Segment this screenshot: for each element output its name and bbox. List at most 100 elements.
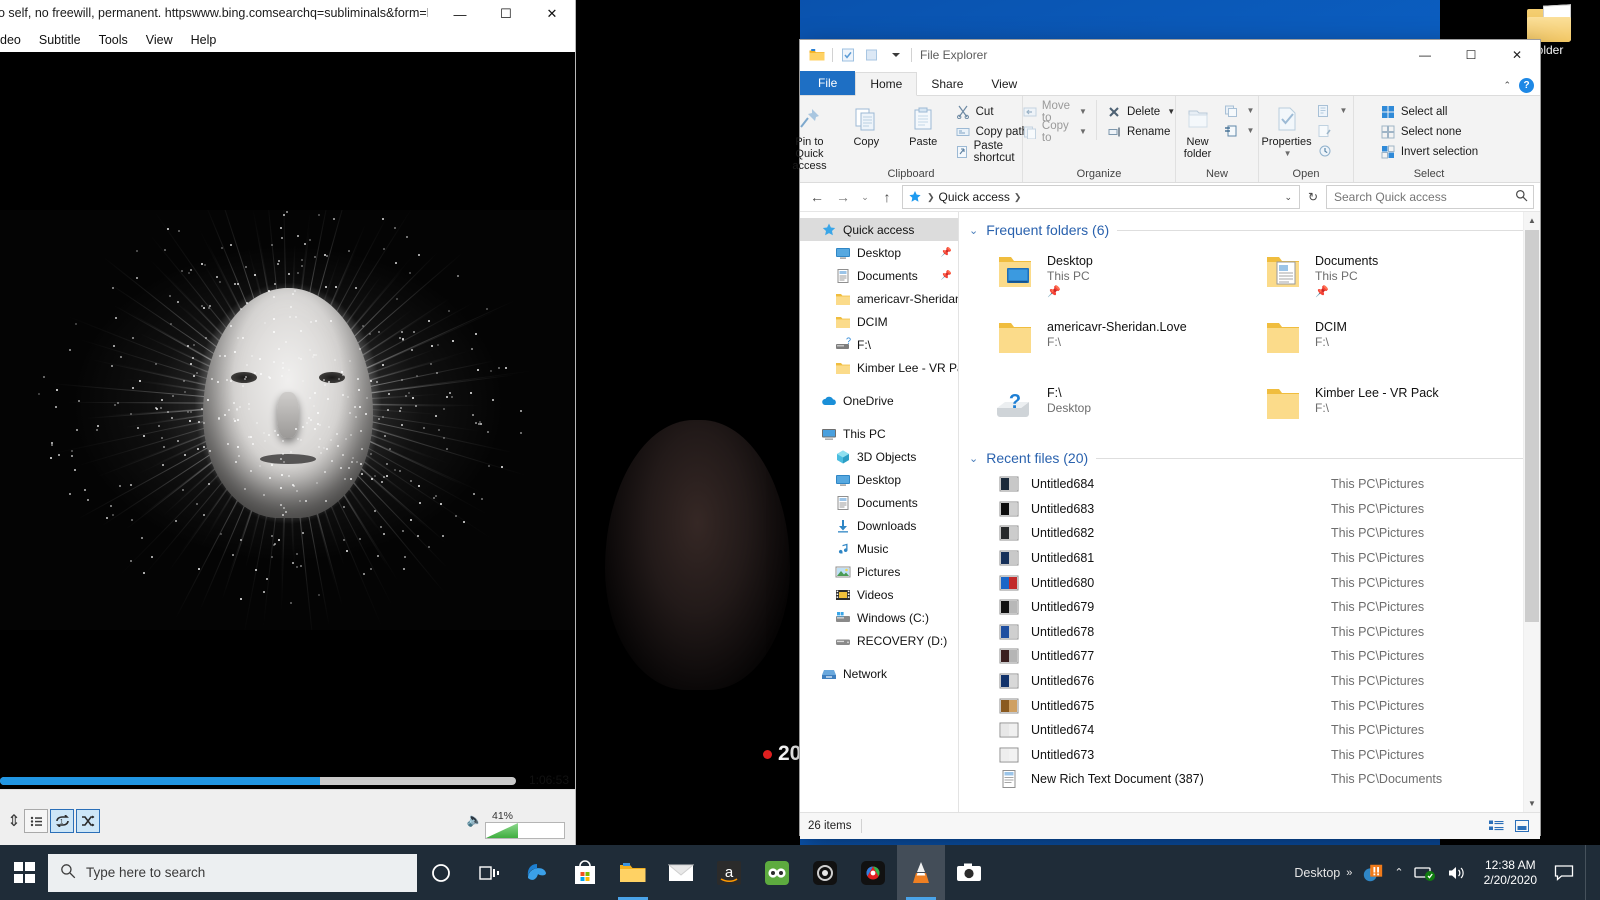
recent-file-row[interactable]: Untitled683 This PC\Pictures bbox=[959, 497, 1540, 522]
action-center-button[interactable] bbox=[1553, 862, 1575, 884]
explorer-title-bar[interactable]: File Explorer — ☐ ✕ bbox=[800, 40, 1540, 71]
frequent-folder-item[interactable]: Documents This PC 📌 bbox=[1261, 246, 1529, 312]
address-dropdown-icon[interactable]: ⌄ bbox=[1284, 192, 1295, 203]
player-menu-tools[interactable]: Tools bbox=[90, 30, 137, 50]
new-folder-button[interactable]: New folder bbox=[1177, 100, 1219, 160]
nav-item-music[interactable]: Music bbox=[800, 537, 958, 560]
nav-item-videos[interactable]: Videos bbox=[800, 583, 958, 606]
nav-item-kimber-lee-vr-pac[interactable]: Kimber Lee - VR Pac bbox=[800, 356, 958, 379]
scrollbar-thumb[interactable] bbox=[1525, 230, 1539, 622]
edge-button[interactable] bbox=[513, 845, 561, 900]
recent-file-row[interactable]: Untitled682 This PC\Pictures bbox=[959, 521, 1540, 546]
player-buttons-row[interactable]: ⇕ 1 🔈 41% bbox=[0, 804, 575, 840]
nav-item-documents[interactable]: Documents 📌 bbox=[800, 264, 958, 287]
tray-overflow-button[interactable]: ⌃ bbox=[1394, 866, 1403, 879]
delete-button[interactable]: Delete ▼ bbox=[1103, 103, 1178, 120]
history-button[interactable] bbox=[1314, 142, 1351, 159]
recent-files-header[interactable]: ⌄ Recent files (20) bbox=[959, 444, 1540, 470]
frequent-folders-header[interactable]: ⌄ Frequent folders (6) bbox=[959, 212, 1540, 242]
new-folder-icon[interactable] bbox=[863, 47, 881, 63]
move-to-caret-icon[interactable]: ▼ bbox=[1079, 107, 1087, 116]
new-item-caret-icon[interactable]: ▼ bbox=[1247, 106, 1255, 115]
player-menu-subtitle[interactable]: Subtitle bbox=[30, 30, 90, 50]
playlist-button[interactable] bbox=[24, 809, 48, 833]
recent-locations-button[interactable]: ⌄ bbox=[858, 186, 872, 208]
nav-item-americavr-sheridan[interactable]: americavr-Sheridan. bbox=[800, 287, 958, 310]
nav-item-desktop[interactable]: Desktop 📌 bbox=[800, 241, 958, 264]
explorer-ribbon[interactable]: Pin to Quick access Copy Paste Cut Copy … bbox=[792, 96, 1540, 183]
tab-share[interactable]: Share bbox=[917, 73, 977, 95]
file-explorer-button[interactable] bbox=[609, 845, 657, 900]
copy-to-button[interactable]: Copy to ▼ bbox=[1020, 120, 1090, 144]
recent-file-row[interactable]: Untitled677 This PC\Pictures bbox=[959, 644, 1540, 669]
invert-selection-button[interactable]: Invert selection bbox=[1377, 143, 1481, 160]
cortana-button[interactable] bbox=[417, 845, 465, 900]
desktop-toolbar[interactable]: Desktop » bbox=[1294, 866, 1352, 880]
copy-button[interactable]: Copy bbox=[838, 100, 895, 148]
help-icon[interactable]: ? bbox=[1519, 78, 1534, 93]
player-menu-video[interactable]: deo bbox=[0, 30, 30, 50]
nav-item-3d-objects[interactable]: 3D Objects bbox=[800, 445, 958, 468]
nav-item-dcim[interactable]: DCIM bbox=[800, 310, 958, 333]
breadcrumb-current[interactable]: Quick access bbox=[939, 190, 1010, 204]
start-button[interactable] bbox=[0, 845, 48, 900]
scroll-up-button[interactable]: ▲ bbox=[1524, 212, 1540, 229]
back-button[interactable]: ← bbox=[806, 186, 828, 208]
frequent-folder-item[interactable]: Desktop This PC 📌 bbox=[993, 246, 1261, 312]
tray-app-icon[interactable] bbox=[1362, 862, 1384, 884]
tripadvisor-button[interactable] bbox=[753, 845, 801, 900]
vlc-button[interactable] bbox=[897, 845, 945, 900]
frequent-folders-grid[interactable]: Desktop This PC 📌 Documents This PC 📌 americav… bbox=[959, 242, 1540, 444]
content-scrollbar[interactable]: ▲ ▼ bbox=[1523, 212, 1540, 812]
frequent-folder-item[interactable]: Kimber Lee - VR Pack F:\ bbox=[1261, 378, 1529, 444]
breadcrumb-bar[interactable]: ❯ Quick access ❯ ⌄ bbox=[902, 185, 1300, 209]
customize-dropdown-icon[interactable] bbox=[887, 47, 905, 63]
recent-file-row[interactable]: Untitled684 This PC\Pictures bbox=[959, 472, 1540, 497]
collapse-chevron-icon[interactable]: ⌄ bbox=[969, 224, 978, 237]
player-minimize-button[interactable]: — bbox=[437, 0, 483, 28]
recent-file-row[interactable]: Untitled673 This PC\Pictures bbox=[959, 743, 1540, 768]
player-control-bar[interactable]: 1:06:53 ⇕ 1 🔈 41% bbox=[0, 773, 575, 845]
new-item-button[interactable]: ▼ bbox=[1221, 102, 1258, 119]
recent-file-row[interactable]: Untitled681 This PC\Pictures bbox=[959, 546, 1540, 571]
player-menu-help[interactable]: Help bbox=[182, 30, 226, 50]
explorer-close-button[interactable]: ✕ bbox=[1494, 40, 1540, 70]
explorer-maximize-button[interactable]: ☐ bbox=[1448, 40, 1494, 70]
player-close-button[interactable]: ✕ bbox=[529, 0, 575, 28]
nav-item-documents[interactable]: Documents bbox=[800, 491, 958, 514]
properties-caret-icon[interactable]: ▼ bbox=[1284, 148, 1292, 160]
player-menu-bar[interactable]: deo Subtitle Tools View Help bbox=[0, 28, 575, 53]
player-title-bar[interactable]: o self, no freewill, permanent. httpswww… bbox=[0, 0, 575, 28]
nav-item-this-pc[interactable]: This PC bbox=[800, 422, 958, 445]
recent-files-list[interactable]: Untitled684 This PC\Pictures Untitled683 Th… bbox=[959, 470, 1540, 792]
rename-button[interactable]: Rename bbox=[1103, 123, 1178, 140]
explorer-window-controls[interactable]: — ☐ ✕ bbox=[1402, 40, 1540, 70]
amazon-button[interactable]: a bbox=[705, 845, 753, 900]
nav-item-onedrive[interactable]: OneDrive bbox=[800, 389, 958, 412]
select-none-button[interactable]: Select none bbox=[1377, 123, 1481, 140]
seek-bar[interactable] bbox=[0, 777, 516, 785]
nav-item-quick-access[interactable]: Quick access bbox=[800, 218, 958, 241]
pin-to-quick-access-button[interactable]: Pin to Quick access bbox=[781, 100, 838, 172]
quick-access-toolbar[interactable] bbox=[800, 47, 912, 63]
volume-control[interactable]: 41% bbox=[455, 810, 565, 840]
video-surface[interactable] bbox=[0, 52, 575, 790]
breadcrumb-chevron-end-icon[interactable]: ❯ bbox=[1014, 192, 1022, 203]
edit-button[interactable] bbox=[1314, 122, 1351, 139]
system-tray[interactable]: Desktop » ⌃ 12:38 AM 2/20/2020 bbox=[1294, 845, 1600, 900]
recent-file-row[interactable]: New Rich Text Document (387) This PC\Docu… bbox=[959, 767, 1540, 792]
properties-icon[interactable] bbox=[839, 47, 857, 63]
color-app-button[interactable] bbox=[849, 845, 897, 900]
recent-file-row[interactable]: Untitled678 This PC\Pictures bbox=[959, 620, 1540, 645]
network-button[interactable] bbox=[1413, 862, 1436, 884]
frequent-folder-item[interactable]: americavr-Sheridan.Love F:\ bbox=[993, 312, 1261, 378]
explorer-address-bar[interactable]: ← → ⌄ ↑ ❯ Quick access ❯ ⌄ ↻ bbox=[800, 183, 1540, 212]
nav-item-downloads[interactable]: Downloads bbox=[800, 514, 958, 537]
nav-item-recovery-d[interactable]: RECOVERY (D:) bbox=[800, 629, 958, 652]
recent-file-row[interactable]: Untitled679 This PC\Pictures bbox=[959, 595, 1540, 620]
details-view-button[interactable] bbox=[1486, 817, 1506, 835]
search-input[interactable] bbox=[1332, 189, 1511, 205]
clock[interactable]: 12:38 AM 2/20/2020 bbox=[1478, 858, 1543, 888]
frequent-folder-item[interactable]: ? F:\ Desktop bbox=[993, 378, 1261, 444]
nav-item-windows-c[interactable]: Windows (C:) bbox=[800, 606, 958, 629]
